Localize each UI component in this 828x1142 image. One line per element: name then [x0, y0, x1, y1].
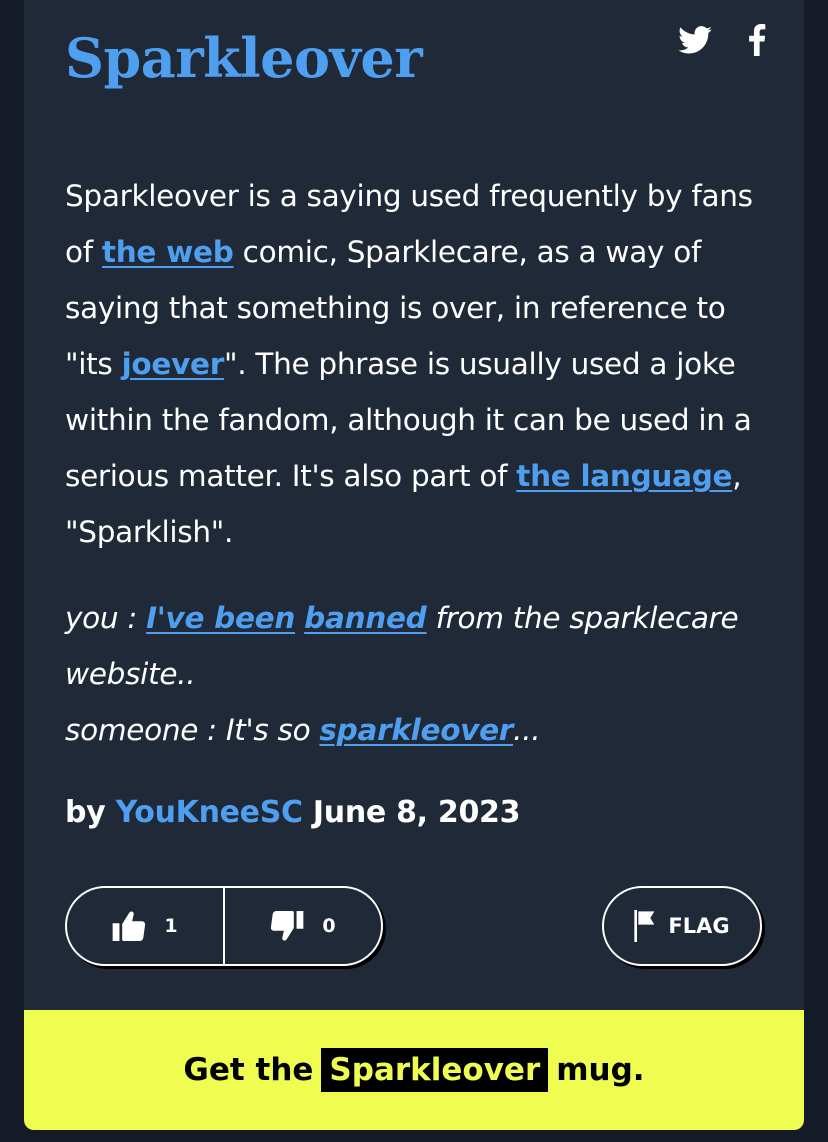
upvote-button[interactable]: 1	[67, 888, 223, 964]
facebook-icon[interactable]	[748, 24, 766, 56]
word-title[interactable]: Sparkleover	[65, 26, 423, 91]
upvote-count: 1	[164, 915, 178, 937]
mug-text-post: mug.	[556, 1052, 645, 1088]
example-text: ...	[513, 713, 541, 747]
definition-meaning: Sparkleover is a saying used frequently …	[65, 168, 765, 560]
example-text: you :	[65, 601, 147, 635]
downvote-button[interactable]: 0	[225, 888, 381, 964]
downvote-count: 0	[322, 915, 336, 937]
meaning-link-the-language[interactable]: the language	[516, 459, 732, 493]
example-link-sparkleover[interactable]: sparkleover	[319, 713, 513, 747]
meaning-link-the-web[interactable]: the web	[102, 235, 234, 269]
flag-label: FLAG	[668, 914, 730, 938]
thumbs-up-icon	[112, 911, 146, 941]
mug-text-pre: Get the	[183, 1052, 314, 1088]
thumbs-down-icon	[270, 911, 304, 941]
vote-buttons: 1 0	[65, 886, 383, 966]
contributor-line: by YouKneeSC June 8, 2023	[65, 795, 521, 830]
definition-example: you : I've been banned from the sparklec…	[65, 590, 765, 758]
example-text: someone : It's so	[65, 713, 320, 747]
example-link-ive-been[interactable]: I've been	[146, 601, 295, 635]
example-text	[295, 601, 304, 635]
example-link-banned[interactable]: banned	[304, 601, 427, 635]
mug-promo-banner[interactable]: Get the Sparkleover mug.	[24, 1010, 804, 1130]
flag-button[interactable]: FLAG	[602, 886, 762, 966]
post-date: June 8, 2023	[312, 795, 521, 830]
mug-word: Sparkleover	[321, 1048, 549, 1092]
author-link[interactable]: YouKneeSC	[116, 795, 303, 830]
share-buttons	[678, 24, 766, 56]
twitter-icon[interactable]	[678, 26, 712, 54]
definition-card: Sparkleover Sparkleover is a saying used…	[24, 0, 804, 1130]
by-label: by	[65, 795, 106, 830]
flag-icon	[634, 910, 656, 942]
meaning-link-joever[interactable]: joever	[122, 347, 225, 381]
